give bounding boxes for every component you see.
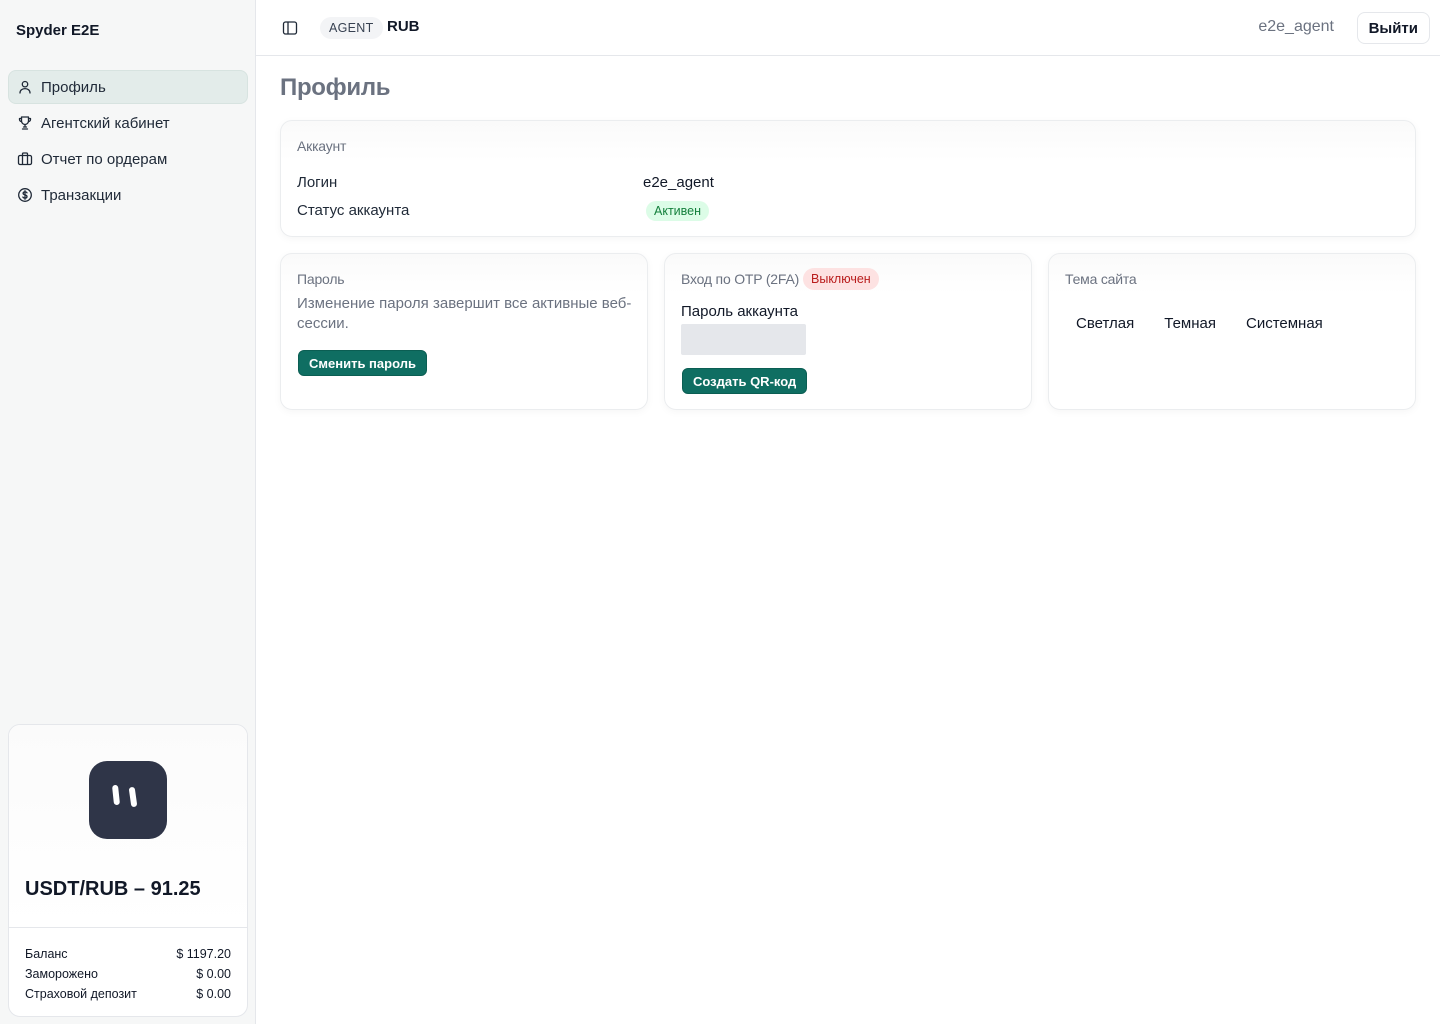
sidebar-item-orders-report[interactable]: Отчет по ордерам [8,142,248,176]
dollar-circle-icon [17,187,33,203]
frozen-row: Заморожено $ 0.00 [25,964,231,984]
user-icon [17,79,33,95]
theme-card: Тема сайта Светлая Темная Системная [1048,253,1416,410]
frozen-label: Заморожено [25,967,98,981]
rate-card-header: USDT/RUB – 91.25 [9,725,247,928]
currency-label: RUB [387,18,420,35]
page-title: Профиль [280,74,391,101]
top-bar: AGENT RUB e2e_agent Выйти [256,0,1440,56]
account-password-label: Пароль аккаунта [681,303,799,320]
sidebar-item-agent-cabinet[interactable]: Агентский кабинет [8,106,248,140]
sidebar-nav: Профиль Агентский кабинет Отчет по ордер… [8,70,248,214]
insurance-deposit-label: Страховой депозит [25,987,137,1001]
balance-value: $ 1197.20 [176,947,231,961]
sidebar-item-label: Отчет по ордерам [41,150,168,168]
login-label: Логин [297,174,338,191]
brand-name: Spyder E2E [16,22,100,39]
sidebar-item-label: Транзакции [41,186,122,204]
create-qr-button[interactable]: Создать QR-код [682,368,808,394]
frozen-value: $ 0.00 [196,967,231,981]
insurance-deposit-value: $ 0.00 [196,987,231,1001]
balance-list: Баланс $ 1197.20 Заморожено $ 0.00 Страх… [9,928,247,1004]
login-value: e2e_agent [643,174,714,191]
sidebar-toggle-button[interactable] [280,18,300,38]
sidebar-item-profile[interactable]: Профиль [8,70,248,104]
account-status-label: Статус аккаунта [297,202,410,219]
logout-button[interactable]: Выйти [1356,12,1430,44]
account-password-input[interactable] [681,324,806,355]
app-logo [89,761,167,839]
theme-option-dark[interactable]: Темная [1153,312,1227,334]
theme-option-system[interactable]: Системная [1235,312,1334,334]
briefcase-icon [17,151,33,167]
trophy-icon [17,115,33,131]
sidebar-panel-icon [282,20,298,36]
theme-card-title: Тема сайта [1065,271,1137,287]
current-username: e2e_agent [1258,18,1334,35]
balance-row: Баланс $ 1197.20 [25,944,231,964]
rate-card: USDT/RUB – 91.25 Баланс $ 1197.20 Заморо… [8,724,248,1017]
theme-selector: Светлая Темная Системная [1065,312,1334,334]
password-card: Пароль Изменение пароля завершит все акт… [280,253,648,410]
account-card-title: Аккаунт [297,138,347,154]
balance-label: Баланс [25,947,68,961]
change-password-button[interactable]: Сменить пароль [298,350,427,376]
sidebar-item-transactions[interactable]: Транзакции [8,178,248,212]
password-description: Изменение пароля завершит все активные в… [297,295,632,332]
theme-option-light[interactable]: Светлая [1065,312,1145,334]
insurance-deposit-row: Страховой депозит $ 0.00 [25,984,231,1004]
account-status-badge: Активен [646,201,710,221]
password-card-title: Пароль [297,271,345,287]
otp-card: Вход по OTP (2FA) Выключен Пароль аккаун… [664,253,1032,410]
exchange-rate: USDT/RUB – 91.25 [25,878,201,900]
otp-status-badge: Выключен [803,268,879,290]
role-badge: AGENT [320,17,383,39]
otp-card-title: Вход по OTP (2FA) [681,271,800,287]
sidebar-item-label: Профиль [41,78,106,96]
sidebar-item-label: Агентский кабинет [41,114,170,132]
account-card: Аккаунт Логин e2e_agent Статус аккаунта … [280,120,1416,237]
sidebar: Spyder E2E Профиль Агентский кабинет Отч… [0,0,256,1024]
